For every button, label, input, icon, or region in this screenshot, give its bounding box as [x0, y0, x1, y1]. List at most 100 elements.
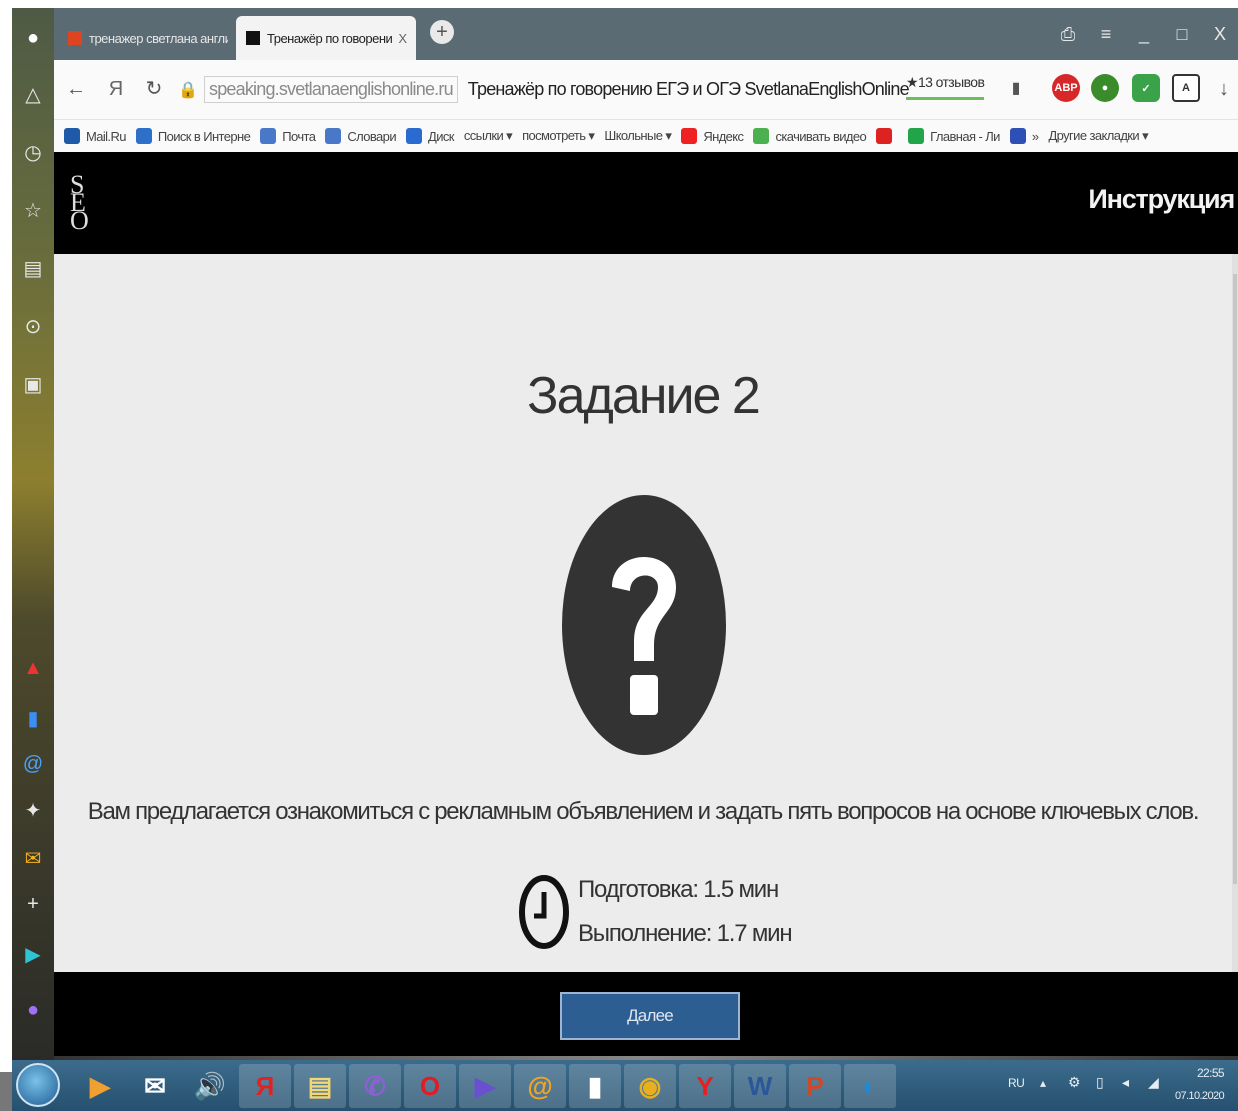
execution-time: Выполнение: 1.7 мин: [578, 920, 793, 947]
translate-icon[interactable]: A: [1172, 74, 1200, 102]
maximize-button[interactable]: □: [1168, 20, 1196, 48]
minimize-button[interactable]: _: [1130, 20, 1158, 48]
shield-icon[interactable]: ✓: [1132, 74, 1160, 102]
viber-icon[interactable]: ✆: [349, 1064, 401, 1108]
bookmark-item[interactable]: Главная - Ли: [908, 128, 1000, 144]
bookmark-label: Главная - Ли: [930, 128, 1000, 144]
address-bar-row: ← Я ↻ 🔒 speaking.svetlanaenglishonline.r…: [54, 60, 1238, 120]
bookmark-item[interactable]: »: [1009, 128, 1039, 144]
add-panel-icon[interactable]: +: [12, 884, 54, 924]
url-text: speaking.svetlanaenglishonline.ru: [204, 75, 458, 103]
bookmark-item[interactable]: [876, 128, 898, 144]
yandex-icon[interactable]: Y: [679, 1064, 731, 1108]
yandex-browser-icon[interactable]: Я: [239, 1064, 291, 1108]
play-icon[interactable]: ▶: [459, 1064, 511, 1108]
site-favicon-icon: [246, 31, 260, 45]
signal-icon[interactable]: ◢: [1148, 1074, 1159, 1091]
clock-time[interactable]: 22:55: [1197, 1066, 1225, 1080]
bookmark-item[interactable]: посмотреть ▾: [522, 128, 595, 144]
tab-active[interactable]: Тренажёр по говорени X: [236, 16, 416, 60]
play-store-icon[interactable]: ▶: [12, 934, 54, 974]
network-icon[interactable]: ▯: [1096, 1074, 1104, 1091]
frog-extension-icon[interactable]: ●: [1091, 74, 1119, 102]
tab-inactive[interactable]: тренажер светлана англи: [58, 16, 228, 60]
email-icon[interactable]: @: [12, 744, 54, 784]
bookmark-flag-icon[interactable]: ▮: [1002, 74, 1030, 104]
mail-icon[interactable]: ✉: [129, 1064, 181, 1108]
reviews-badge[interactable]: ★13 отзывов: [906, 74, 985, 100]
tray-arrow-icon[interactable]: ▴: [1040, 1076, 1046, 1090]
menu-icon[interactable]: ≡: [1092, 20, 1120, 48]
video-play-icon[interactable]: ⊙: [12, 306, 54, 346]
scrollbar-thumb[interactable]: [1233, 274, 1237, 884]
bookmark-item[interactable]: Другие закладки ▾: [1048, 128, 1148, 144]
document-icon[interactable]: ▮: [569, 1064, 621, 1108]
yandex-icon: [681, 128, 698, 144]
bookmark-item[interactable]: Школьные ▾: [604, 128, 672, 144]
question-mark-icon: [562, 495, 726, 755]
media-player-icon[interactable]: ▶: [74, 1064, 126, 1108]
opera-icon[interactable]: O: [404, 1064, 456, 1108]
new-tab-button[interactable]: +: [430, 20, 454, 44]
close-window-button[interactable]: X: [1206, 20, 1234, 48]
language-indicator[interactable]: RU: [1008, 1076, 1025, 1090]
folder-icon[interactable]: ▤: [294, 1064, 346, 1108]
yandex-home-icon[interactable]: Я: [102, 74, 130, 104]
bookmark-label: »: [1031, 128, 1039, 144]
tab-bar: тренажер светлана англи Тренажёр по гово…: [54, 8, 1238, 60]
bookmark-manager-icon[interactable]: ⎙: [1054, 20, 1082, 48]
clock-date[interactable]: 07.10.2020: [1175, 1090, 1225, 1102]
chrome-icon[interactable]: ◉: [624, 1064, 676, 1108]
zoom-icon[interactable]: ◐: [844, 1064, 896, 1108]
tray-apps-icon[interactable]: ⚙: [1068, 1074, 1081, 1091]
start-button[interactable]: [16, 1063, 60, 1107]
next-button[interactable]: Далее: [560, 992, 740, 1040]
bookmark-item[interactable]: Mail.Ru: [64, 128, 126, 144]
bookmark-item[interactable]: скачивать видео: [753, 128, 867, 144]
scrollbar[interactable]: [1232, 254, 1238, 972]
bookmark-label: Поиск в Интерне: [157, 128, 251, 144]
download-icon[interactable]: ↓: [1210, 74, 1238, 104]
instruction-link[interactable]: Инструкция: [1088, 184, 1235, 215]
history-icon[interactable]: ◷: [12, 132, 54, 172]
site-footer: Далее: [54, 972, 1238, 1060]
powerpoint-icon[interactable]: P: [789, 1064, 841, 1108]
screen: ● △ ◷ ☆ ▤ ⊙ ▣ ▲ ▮ @ ✦ ✉ + ▶ ● тренажер с…: [0, 0, 1238, 1111]
back-arrow-icon[interactable]: ←: [62, 74, 90, 104]
docs-icon[interactable]: ▮: [12, 698, 54, 738]
bookmark-item[interactable]: Почта: [260, 128, 316, 144]
gmail-icon[interactable]: ✉: [12, 838, 54, 878]
yandex-favicon-icon: [68, 31, 82, 45]
alice-icon[interactable]: ●: [12, 990, 54, 1030]
tab-close-icon[interactable]: X: [398, 31, 407, 46]
notes-icon[interactable]: ▣: [12, 364, 54, 404]
taskbar: ▶ ✉ 🔊 Я ▤ ✆ O ▶ @ ▮ ◉ Y W P ◐ RU ▴ ⚙ ▯ ◂ ◢ 22:55 07.10…: [12, 1060, 1238, 1111]
bookmark-label: скачивать видео: [775, 128, 867, 144]
omnibox[interactable]: speaking.svetlanaenglishonline.ru Тренаж…: [204, 72, 914, 106]
site-logo[interactable]: SEO: [70, 172, 106, 234]
bookmark-star-icon[interactable]: ☆: [12, 190, 54, 230]
profile-icon[interactable]: ●: [12, 18, 54, 58]
collections-icon[interactable]: ▤: [12, 248, 54, 288]
lock-icon[interactable]: 🔒: [174, 76, 202, 106]
disk-icon: [405, 128, 422, 144]
bookmark-item[interactable]: ссылки ▾: [464, 128, 513, 144]
bookmark-item[interactable]: Поиск в Интерне: [135, 128, 251, 144]
reload-icon[interactable]: ↻: [140, 74, 168, 104]
mail-agent-icon[interactable]: @: [514, 1064, 566, 1108]
speaker-icon[interactable]: 🔊: [184, 1064, 236, 1108]
bookmark-label: Школьные ▾: [604, 128, 672, 143]
sparkle-icon[interactable]: ✦: [12, 790, 54, 830]
russia-flag-icon: [1009, 128, 1026, 144]
notifications-icon[interactable]: △: [12, 74, 54, 114]
task-description: Вам предлагается ознакомиться с рекламны…: [87, 798, 1200, 825]
alert-icon[interactable]: ▲: [12, 648, 54, 688]
tab-label: Тренажёр по говорени: [267, 30, 393, 46]
volume-icon[interactable]: ◂: [1122, 1074, 1129, 1091]
word-icon[interactable]: W: [734, 1064, 786, 1108]
bookmark-label: Другие закладки ▾: [1048, 128, 1148, 143]
bookmark-item[interactable]: Яндекс: [681, 128, 744, 144]
adblock-icon[interactable]: ABP: [1052, 74, 1080, 102]
bookmark-item[interactable]: Словари: [325, 128, 397, 144]
bookmark-item[interactable]: Диск: [405, 128, 454, 144]
